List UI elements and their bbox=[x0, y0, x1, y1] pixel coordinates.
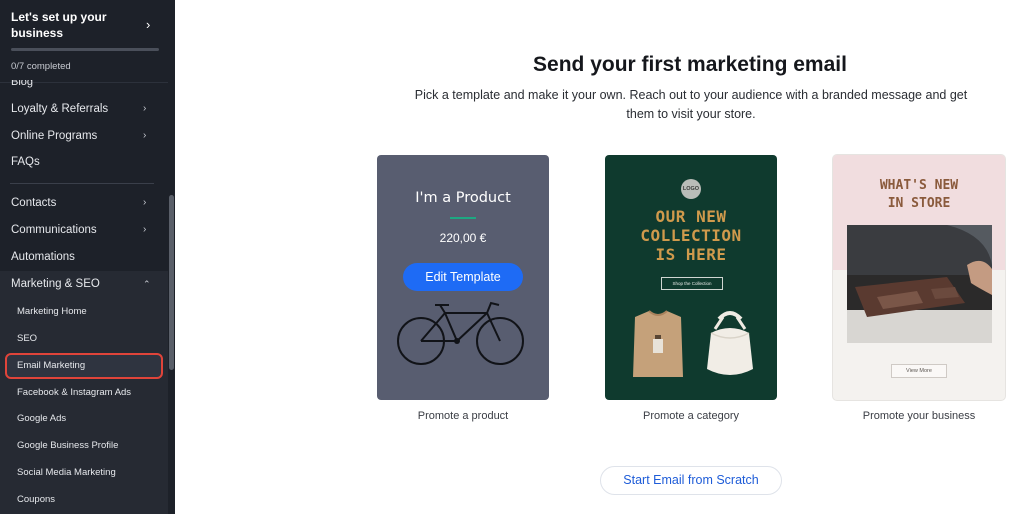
divider bbox=[450, 217, 476, 219]
chevron-up-icon: ⌃ bbox=[143, 279, 151, 289]
product-name: I'm a Product bbox=[415, 190, 511, 206]
sidebar-subitem-label: Google Business Profile bbox=[17, 440, 119, 451]
sidebar-item-label: FAQs bbox=[11, 156, 40, 168]
template-card-category[interactable]: LOGO OUR NEW COLLECTION IS HERE Shop the… bbox=[605, 155, 777, 400]
sidebar-subitem-label: Google Ads bbox=[17, 413, 67, 424]
edit-template-button[interactable]: Edit Template bbox=[403, 263, 523, 291]
divider bbox=[10, 183, 154, 184]
view-more-button: View More bbox=[891, 364, 947, 378]
sidebar-item-label: Automations bbox=[11, 251, 75, 263]
chevron-right-icon: › bbox=[143, 130, 147, 141]
chevron-right-icon: › bbox=[143, 224, 147, 235]
start-from-scratch-button[interactable]: Start Email from Scratch bbox=[600, 466, 782, 495]
sidebar-item-label: Communications bbox=[11, 224, 97, 236]
chevron-right-icon: › bbox=[143, 103, 147, 114]
business-headline-line: IN STORE bbox=[887, 196, 951, 211]
handbag-image bbox=[707, 311, 753, 375]
sidebar-item-label: Online Programs bbox=[11, 130, 98, 142]
logo-badge: LOGO bbox=[681, 179, 701, 199]
setup-status: 0/7 completed bbox=[11, 61, 71, 72]
card-label-business: Promote your business bbox=[862, 410, 976, 422]
category-headline-line: IS HERE bbox=[655, 245, 727, 264]
sidebar-subitem-label: Social Media Marketing bbox=[17, 467, 116, 478]
tshirt-image bbox=[633, 310, 683, 377]
sidebar-subitem-label: Email Marketing bbox=[17, 360, 86, 371]
setup-title: Let's set up your business bbox=[11, 10, 107, 40]
setup-panel[interactable]: Let's set up your business › 0/7 complet… bbox=[0, 0, 175, 82]
bicycle-image bbox=[397, 301, 524, 365]
shop-collection-button: Shop the Collection bbox=[661, 277, 723, 290]
sidebar-item-label: Contacts bbox=[11, 197, 57, 209]
card-label-category: Promote a category bbox=[643, 410, 739, 422]
page-subtitle: Pick a template and make it your own. Re… bbox=[414, 88, 968, 121]
chevron-right-icon[interactable]: › bbox=[146, 17, 150, 32]
product-price: 220,00 € bbox=[439, 231, 487, 245]
sidebar-subitem-label: Marketing Home bbox=[17, 306, 87, 317]
card-label-product: Promote a product bbox=[417, 410, 509, 422]
business-headline-line: WHAT'S NEW bbox=[879, 178, 959, 193]
sidebar-subitem-label: Coupons bbox=[17, 494, 56, 505]
sidebar: Let's set up your business › 0/7 complet… bbox=[0, 0, 175, 514]
page-title: Send your first marketing email bbox=[533, 53, 847, 76]
sidebar-item-label: Marketing & SEO bbox=[11, 278, 100, 290]
sidebar-subitem-label: SEO bbox=[17, 333, 38, 344]
setup-progress-bar bbox=[11, 48, 159, 51]
business-headline: WHAT'S NEW IN STORE bbox=[833, 177, 1005, 213]
category-headline-line: OUR NEW bbox=[655, 207, 727, 226]
chocolate-photo bbox=[847, 225, 992, 343]
template-card-product[interactable]: I'm a Product 220,00 € Edit Template bbox=[377, 155, 549, 400]
sidebar-subitem-label: Facebook & Instagram Ads bbox=[17, 387, 132, 398]
category-headline: OUR NEW COLLECTION IS HERE bbox=[605, 207, 777, 264]
template-card-business[interactable]: WHAT'S NEW IN STORE View More bbox=[833, 155, 1005, 400]
sidebar-item-blog[interactable]: Blog bbox=[11, 80, 33, 88]
category-headline-line: COLLECTION bbox=[640, 226, 742, 245]
sidebar-item-label: Loyalty & Referrals bbox=[11, 103, 109, 115]
chevron-right-icon: › bbox=[143, 197, 147, 208]
sidebar-scrollbar-thumb[interactable] bbox=[169, 195, 174, 370]
